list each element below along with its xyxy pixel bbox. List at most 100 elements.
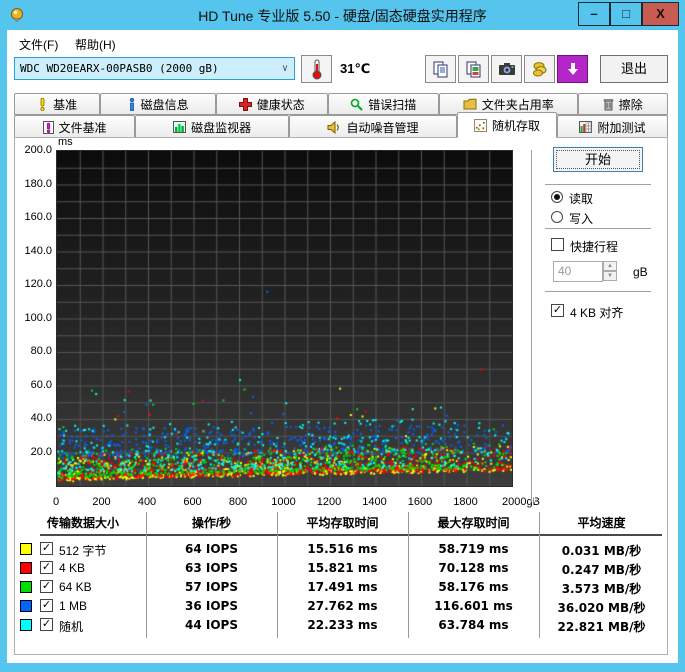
series-checkbox[interactable]: ✓ [40,561,53,574]
y-tick-label: 120.0 [24,278,52,290]
align-checkbox[interactable]: ✓ [551,304,564,317]
tab-disk-monitor[interactable]: 磁盘监视器 [135,115,289,138]
maximize-button[interactable]: □ [610,2,642,26]
coins-icon [532,62,546,77]
series-swatch [20,619,32,631]
iops-value: 63 IOPS [185,561,238,575]
tab-erase[interactable]: 擦除 [577,93,668,115]
magnifier-icon [350,98,363,111]
x-tick-label: 400 [137,496,157,508]
capacity-stepper[interactable]: ▲ ▼ [603,261,617,282]
copy-text-button[interactable] [425,55,456,83]
tab-label: 随机存取 [491,118,540,133]
y-tick-label: 160.0 [24,211,52,223]
trash-icon [603,98,613,110]
series-checkbox[interactable]: ✓ [40,580,53,593]
y-axis-unit: ms [58,136,73,148]
tab-random-access[interactable]: 随机存取 [457,112,557,138]
menu-help[interactable]: 帮助(H) [69,34,122,55]
tab-aam[interactable]: 自动噪音管理 [288,115,457,138]
separator [545,291,651,295]
series-checkbox[interactable]: ✓ [40,599,53,612]
start-button[interactable]: 开始 [553,147,643,172]
stepper-down-icon[interactable]: ▼ [603,271,617,281]
col-header-avg-access: 平均存取时间 [306,516,379,530]
write-radio[interactable] [551,211,563,223]
short-stroke-checkbox[interactable] [551,238,564,251]
avg-speed-value: 0.031 MB/秒 [561,544,642,558]
tab-health[interactable]: 健康状态 [215,93,328,115]
temperature-button[interactable] [301,55,332,83]
tab-error-scan[interactable]: 错误扫描 [327,93,440,115]
bar-chart-icon [173,121,187,133]
tab-label: 磁盘信息 [140,97,189,112]
update-button[interactable] [557,55,588,83]
tab-disk-info[interactable]: 磁盘信息 [100,93,216,115]
menu-file[interactable]: 文件(F) [13,34,64,55]
capacity-input[interactable]: 40 [553,261,603,282]
hd-tune-window: HD Tune 专业版 5.50 - 硬盘/固态硬盘实用程序 – □ X 文件(… [0,0,685,672]
series-swatch [20,543,32,555]
align-label: 4 KB 对齐 [570,306,624,320]
y-tick-label: 100.0 [24,311,52,324]
series-label: 随机 [59,620,84,634]
y-tick-label: 80.0 [30,345,52,357]
max-access-value: 116.601 ms [434,599,513,613]
download-arrow-icon [567,63,578,75]
avg-speed-value: 0.247 MB/秒 [561,563,642,577]
tab-file-benchmark[interactable]: 文件基准 [14,115,136,138]
y-tick-label: 20.0 [30,445,52,458]
x-tick-label: 200 [92,496,111,508]
tab-label: 基准 [53,97,78,112]
health-cross-icon [238,97,252,111]
chevron-down-icon: ∨ [281,63,288,74]
screenshot-button[interactable] [491,55,522,83]
menu-bar: 文件(F) 帮助(H) [7,30,678,54]
access-time-scatter-chart [56,150,513,487]
tab-row-2: 文件基准 磁盘监视器 自动噪音管理 随机存取 附加测试 [14,112,668,138]
iops-value: 57 IOPS [185,580,238,594]
series-label: 64 KB [59,580,92,594]
read-radio[interactable] [551,191,563,203]
drive-select-value: WDC WD20EARX-00PASB0 (2000 gB) [20,62,219,75]
temperature-value: 31℃ [340,61,371,76]
col-header-iops: 操作/秒 [191,516,232,530]
x-tick-label: 800 [228,496,248,508]
minimize-button[interactable]: – [578,2,610,26]
copy-image-button[interactable] [458,55,489,83]
max-access-value: 58.719 ms [438,542,509,556]
grid-chart-icon [579,121,593,133]
capacity-unit: gB [633,265,648,279]
tab-label: 文件夹占用率 [481,97,554,112]
title-bar[interactable]: HD Tune 专业版 5.50 - 硬盘/固态硬盘实用程序 – □ X [0,0,685,30]
x-tick-label: 1400 [362,496,387,508]
avg-access-value: 27.762 ms [307,599,378,613]
y-tick-label: 40.0 [30,412,52,424]
x-tick-label: 1800 [453,496,478,508]
gold-button[interactable] [524,55,555,83]
max-access-value: 63.784 ms [438,618,509,632]
tab-label: 自动噪音管理 [346,120,419,135]
header-underline [40,534,662,536]
avg-speed-value: 3.573 MB/秒 [561,582,642,596]
series-swatch [20,600,32,612]
folder-icon [463,98,477,110]
avg-access-value: 22.233 ms [307,618,378,632]
tab-label: 擦除 [618,97,643,112]
tab-benchmark[interactable]: 基准 [14,93,101,115]
drive-select[interactable]: WDC WD20EARX-00PASB0 (2000 gB) ∨ [14,57,295,80]
info-icon [129,97,134,111]
close-button[interactable]: X [642,2,679,26]
series-checkbox[interactable]: ✓ [40,542,53,555]
exit-button[interactable]: 退出 [600,55,668,83]
col-header-max-access: 最大存取时间 [437,516,510,530]
y-tick-label: 140.0 [24,244,52,257]
series-checkbox[interactable]: ✓ [40,618,53,631]
tab-extra-tests[interactable]: 附加测试 [556,115,668,138]
tab-label: 磁盘监视器 [191,120,252,135]
col-header-transfer-size: 传输数据大小 [46,516,119,530]
stepper-up-icon[interactable]: ▲ [603,261,617,271]
avg-speed-value: 22.821 MB/秒 [557,620,646,634]
series-label: 4 KB [59,561,86,575]
iops-value: 36 IOPS [185,599,238,613]
